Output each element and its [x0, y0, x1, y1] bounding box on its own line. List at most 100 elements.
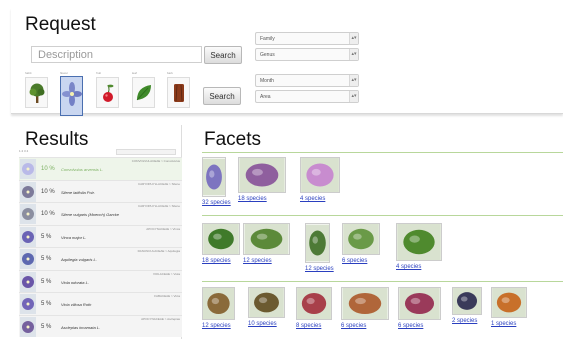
request-panel: Request Search habit flower frui	[11, 8, 563, 116]
facet-thumbnail[interactable]	[491, 287, 527, 318]
result-family: FABACEAE > Vicia	[154, 294, 180, 298]
result-row[interactable]: CARYOPHYLLACEAE > Silene 10 % Silene latif…	[19, 179, 182, 202]
facet-thumbnail[interactable]	[202, 287, 235, 320]
facet-item[interactable]: 18 species	[238, 157, 286, 202]
facet-species-count-link[interactable]: 8 species	[296, 323, 321, 329]
result-list: CONVOLVULACEAE > Convolvulus 10 % Convolvu…	[19, 157, 182, 337]
facet-species-count-link[interactable]: 12 species	[202, 323, 231, 329]
facet-item[interactable]: 32 species	[202, 157, 231, 206]
facet-species-count-link[interactable]: 4 species	[396, 264, 421, 270]
organ-label: fruit	[96, 71, 102, 75]
result-score: 5 %	[41, 323, 52, 330]
result-row[interactable]: RANUNCULACEAE > Aquilegia 5 % Aquilegia vu…	[19, 247, 182, 270]
results-pagination[interactable]: 1 2 3 4	[19, 149, 28, 153]
results-toolbar: 1 2 3 4	[19, 149, 181, 157]
facet-item[interactable]: 8 species	[296, 287, 332, 329]
species-thumbnail[interactable]	[20, 316, 36, 337]
facet-item[interactable]: 4 species	[300, 157, 340, 202]
facet-species-count-link[interactable]: 32 species	[202, 200, 231, 206]
facet-thumbnail[interactable]	[238, 157, 286, 193]
results-sort-select[interactable]	[116, 149, 176, 155]
facet-item[interactable]: 6 species	[342, 223, 380, 264]
organ-label: leaf	[132, 71, 137, 75]
facet-thumbnail[interactable]	[202, 223, 240, 255]
chevron-updown-icon: ▴▾	[349, 49, 358, 60]
organ-thumb[interactable]	[25, 77, 48, 108]
facet-thumbnail[interactable]	[396, 223, 442, 261]
facet-item[interactable]: 12 species	[202, 287, 235, 329]
description-search-button[interactable]: Search	[204, 46, 242, 64]
description-input[interactable]	[31, 46, 202, 63]
result-species-name[interactable]: Viola odorata L.	[61, 280, 89, 285]
organ-thumb[interactable]	[167, 77, 190, 108]
species-thumbnail[interactable]	[20, 271, 36, 292]
result-species-name[interactable]: Silene latifolia Poir.	[61, 190, 95, 195]
organ-thumb[interactable]	[96, 77, 119, 108]
facet-species-count-link[interactable]: 6 species	[341, 323, 366, 329]
genus-select[interactable]: Genus ▴▾	[255, 48, 359, 61]
species-thumbnail[interactable]	[20, 294, 36, 314]
result-score: 10 %	[41, 166, 55, 172]
facet-thumbnail[interactable]	[300, 157, 340, 193]
result-row[interactable]: APOCYNACEAE > Asclepias 5 % Asclepias inca…	[19, 314, 182, 337]
species-thumbnail[interactable]	[20, 181, 36, 202]
facet-item[interactable]: 10 species	[248, 287, 285, 327]
facet-species-count-link[interactable]: 18 species	[202, 258, 231, 264]
result-row[interactable]: CONVOLVULACEAE > Convolvulus 10 % Convolvu…	[19, 157, 182, 180]
facet-species-count-link[interactable]: 10 species	[248, 321, 277, 327]
facet-item[interactable]: 2 species	[452, 287, 482, 324]
organ-thumb[interactable]	[132, 77, 155, 108]
result-species-name[interactable]: Asclepias incarnata L.	[61, 325, 100, 330]
result-score: 5 %	[41, 233, 52, 240]
species-thumbnail[interactable]	[20, 226, 36, 247]
facet-item[interactable]: 12 species	[305, 223, 334, 272]
facet-item[interactable]: 6 species	[398, 287, 441, 329]
facet-species-count-link[interactable]: 12 species	[305, 266, 334, 272]
organ-search-button[interactable]: Search	[203, 87, 241, 105]
facet-species-count-link[interactable]: 2 species	[452, 318, 477, 324]
result-species-name[interactable]: Vinca major L.	[61, 235, 87, 240]
facet-item[interactable]: 18 species	[202, 223, 240, 264]
result-row[interactable]: VIOLACEAE > Viola 5 % Viola odorata L.	[19, 269, 182, 292]
facet-species-count-link[interactable]: 18 species	[238, 196, 267, 202]
result-species-name[interactable]: Convolvulus arvensis L.	[61, 167, 103, 172]
facet-species-count-link[interactable]: 1 species	[491, 321, 516, 327]
organ-label: flower	[60, 71, 69, 75]
organ-thumb[interactable]	[60, 76, 83, 116]
facet-species-count-link[interactable]: 12 species	[243, 258, 272, 264]
facet-thumbnail[interactable]	[248, 287, 285, 318]
result-species-name[interactable]: Aquilegia vulgaris L.	[61, 257, 97, 262]
facet-separator	[202, 152, 563, 153]
facet-thumbnail[interactable]	[305, 223, 330, 263]
result-score: 5 %	[41, 301, 52, 307]
facet-thumbnail[interactable]	[452, 287, 482, 315]
facet-thumbnail[interactable]	[202, 157, 226, 197]
facet-species-count-link[interactable]: 4 species	[300, 196, 325, 202]
result-species-name[interactable]: Vicia villosa Roth	[61, 302, 91, 307]
genus-select-value: Genus	[260, 52, 275, 58]
species-thumbnail[interactable]	[20, 249, 36, 269]
facet-item[interactable]: 1 species	[491, 287, 527, 327]
family-select[interactable]: Family ▴▾	[255, 32, 359, 45]
month-select[interactable]: Month ▴▾	[255, 74, 359, 87]
facet-thumbnail[interactable]	[243, 223, 290, 255]
leaf-icon	[136, 84, 151, 100]
facet-thumbnail[interactable]	[342, 223, 380, 255]
facet-thumbnail[interactable]	[296, 287, 332, 320]
facet-thumbnail[interactable]	[341, 287, 389, 320]
facet-item[interactable]: 4 species	[396, 223, 442, 270]
species-thumbnail[interactable]	[20, 159, 36, 179]
area-select[interactable]: Area ▴▾	[255, 90, 359, 103]
chevron-updown-icon: ▴▾	[349, 91, 358, 102]
species-thumbnail[interactable]	[20, 204, 36, 224]
result-species-name[interactable]: Silene vulgaris (Moench) Garcke	[61, 212, 119, 217]
facet-item[interactable]: 6 species	[341, 287, 389, 329]
result-row[interactable]: APOCYNACEAE > Vinca 5 % Vinca major L.	[19, 224, 182, 247]
result-row[interactable]: CARYOPHYLLACEAE > Silene 10 % Silene vulga…	[19, 202, 182, 225]
facet-species-count-link[interactable]: 6 species	[398, 323, 423, 329]
area-select-value: Area	[260, 94, 271, 100]
facet-thumbnail[interactable]	[398, 287, 441, 320]
result-row[interactable]: FABACEAE > Vicia 5 % Vicia villosa Roth	[19, 292, 182, 315]
facet-species-count-link[interactable]: 6 species	[342, 258, 367, 264]
facet-item[interactable]: 12 species	[243, 223, 290, 264]
